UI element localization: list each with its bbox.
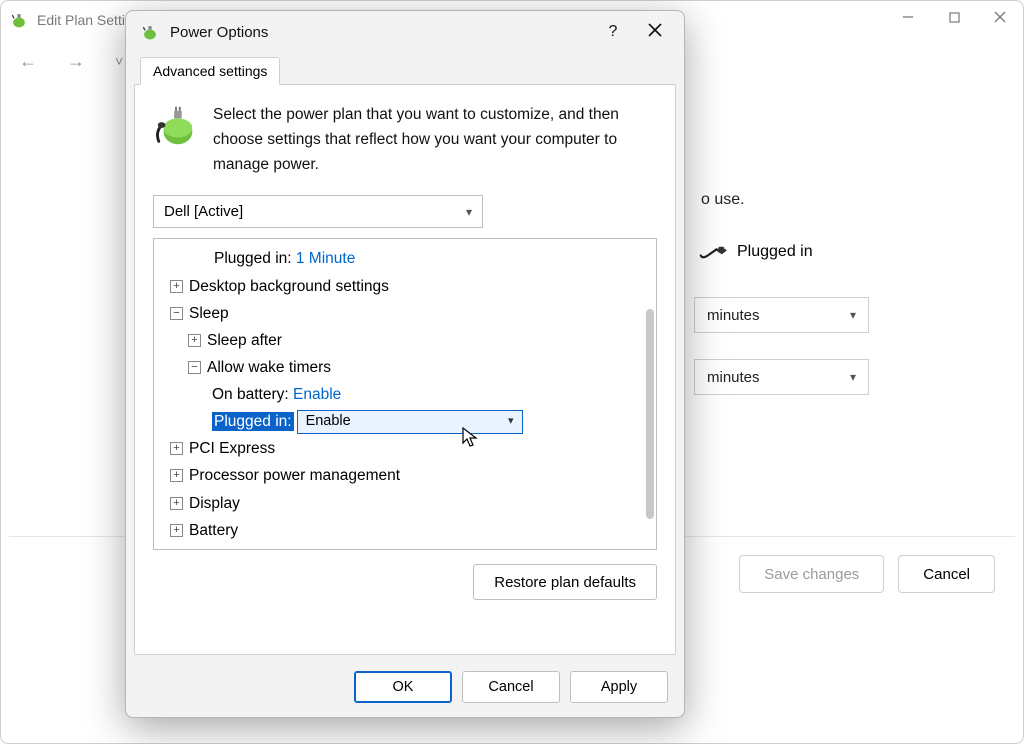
chevron-down-icon: ▾	[850, 370, 856, 384]
collapse-icon[interactable]: −	[188, 361, 201, 374]
expand-icon[interactable]: +	[170, 442, 183, 455]
save-changes-button[interactable]: Save changes	[739, 555, 884, 593]
tree-link-1-minute[interactable]: 1 Minute	[296, 250, 355, 267]
restore-defaults-button[interactable]: Restore plan defaults	[473, 564, 657, 600]
power-options-dialog: Power Options ? Advanced settings Select	[125, 10, 685, 718]
plugged-in-label: Plugged in	[737, 243, 813, 261]
tree-value-on-battery[interactable]: On battery: Enable	[160, 381, 656, 408]
expand-icon[interactable]: +	[170, 497, 183, 510]
background-combo-2[interactable]: minutes ▾	[694, 359, 869, 395]
tree-item-sleep[interactable]: − Sleep	[160, 300, 656, 327]
window-controls	[885, 1, 1023, 33]
tree-item-display[interactable]: + Display	[160, 490, 656, 517]
dialog-title: Power Options	[170, 24, 268, 41]
expand-icon[interactable]: +	[170, 280, 183, 293]
chevron-down-icon: ▾	[850, 308, 856, 322]
minimize-button[interactable]	[885, 1, 931, 33]
close-button[interactable]	[977, 1, 1023, 33]
help-button[interactable]: ?	[592, 23, 634, 41]
tab-advanced-settings[interactable]: Advanced settings	[140, 57, 280, 85]
chevron-down-icon: ▾	[508, 412, 514, 431]
scrollbar-thumb[interactable]	[646, 309, 654, 519]
advanced-settings-panel: Select the power plan that you want to c…	[134, 84, 676, 655]
dialog-close-button[interactable]	[634, 23, 676, 42]
background-text-fragment: o use.	[701, 191, 745, 209]
dialog-titlebar: Power Options ?	[126, 11, 684, 53]
collapse-icon[interactable]: −	[170, 307, 183, 320]
selected-label: Plugged in:	[212, 412, 294, 431]
maximize-button[interactable]	[931, 1, 977, 33]
plug-icon	[699, 243, 727, 261]
cancel-button[interactable]: Cancel	[898, 555, 995, 593]
tree-item-desktop-background[interactable]: + Desktop background settings	[160, 273, 656, 300]
back-button[interactable]: ←	[19, 51, 37, 72]
ok-button[interactable]: OK	[354, 671, 452, 703]
dialog-cancel-button[interactable]: Cancel	[462, 671, 560, 703]
apply-button[interactable]: Apply	[570, 671, 668, 703]
plugged-in-header: Plugged in	[699, 243, 813, 261]
tree-item-processor[interactable]: + Processor power management	[160, 462, 656, 489]
battery-icon	[9, 10, 29, 30]
expand-icon[interactable]: +	[170, 524, 183, 537]
expand-icon[interactable]: +	[188, 334, 201, 347]
tree-item-sleep-after[interactable]: + Sleep after	[160, 327, 656, 354]
up-button[interactable]: ˅	[115, 53, 123, 69]
tree-value-plugged-in-wake[interactable]: Plugged in:Enable▾	[160, 408, 656, 435]
chevron-down-icon: ▾	[466, 205, 472, 219]
tree-link-enable[interactable]: Enable	[293, 386, 341, 403]
tree-item-pci-express[interactable]: + PCI Express	[160, 435, 656, 462]
battery-large-icon	[153, 103, 199, 177]
tree-item-allow-wake-timers[interactable]: − Allow wake timers	[160, 354, 656, 381]
tree-value-plugged-in[interactable]: Plugged in: 1 Minute	[160, 245, 656, 272]
power-plan-select[interactable]: Dell [Active] ▾	[153, 195, 483, 228]
expand-icon[interactable]: +	[170, 469, 183, 482]
settings-tree[interactable]: Plugged in: 1 Minute + Desktop backgroun…	[153, 238, 657, 550]
dialog-description: Select the power plan that you want to c…	[213, 103, 657, 177]
wake-timer-plugged-select[interactable]: Enable▾	[297, 410, 523, 434]
background-combo-1[interactable]: minutes ▾	[694, 297, 869, 333]
battery-icon	[140, 22, 160, 42]
tree-item-battery[interactable]: + Battery	[160, 517, 656, 544]
forward-button[interactable]: →	[67, 51, 85, 72]
